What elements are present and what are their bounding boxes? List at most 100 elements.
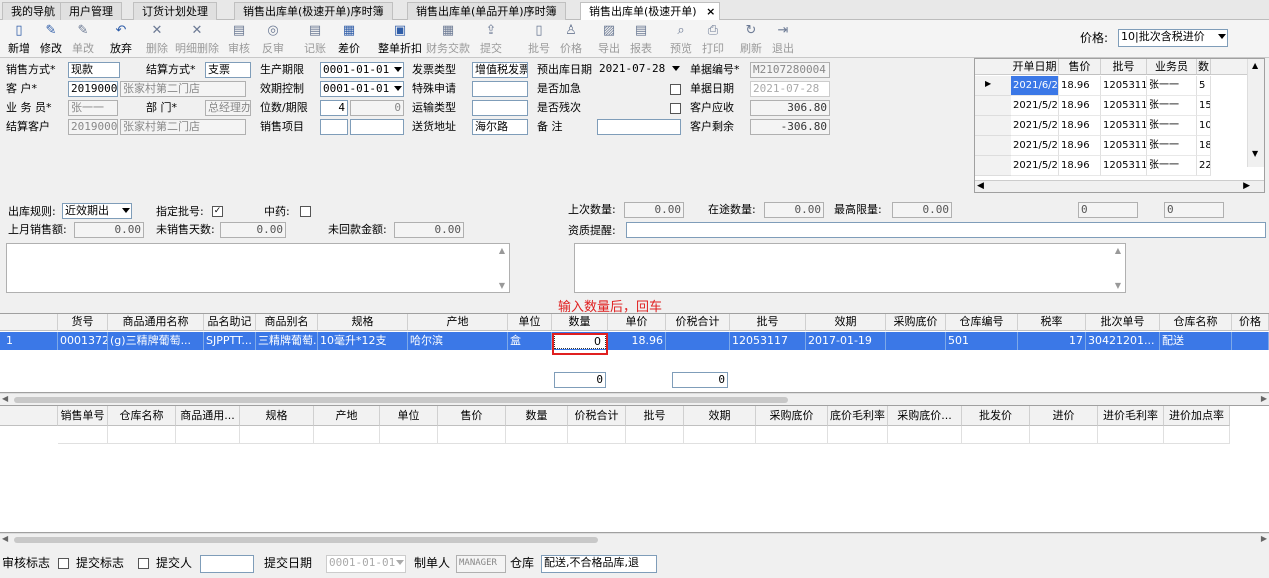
salesman-field[interactable]: 张一一 — [68, 100, 118, 116]
detail-cell-price[interactable]: 18.96 — [608, 332, 666, 350]
mini-row-indicator[interactable]: ▶ — [975, 76, 1011, 96]
transport-field[interactable] — [472, 100, 528, 116]
detail-cell-unit[interactable]: 盒 — [508, 332, 552, 350]
detail-col-header[interactable]: 仓库名称 — [1160, 314, 1232, 331]
scroll-down-icon[interactable]: ▼ — [1115, 281, 1121, 290]
mini-cell[interactable]: 18 — [1197, 136, 1211, 156]
address-field[interactable]: 海尔路 — [472, 119, 528, 135]
detail-col-header[interactable]: 规格 — [318, 314, 408, 331]
detail-col-header[interactable]: 价格 — [1232, 314, 1269, 331]
submitter-field[interactable] — [200, 555, 254, 573]
finance-pay-button[interactable]: ▦ 财务交款 — [426, 22, 470, 56]
prod-limit-select[interactable]: 0001-01-01 — [320, 62, 404, 78]
scroll-up-icon[interactable]: ▲ — [1115, 246, 1121, 255]
detail-grid[interactable]: 货号 商品通用名称 品名助记 商品别名 规格 产地 单位 数量 单价 价税合计 批号 效期 采购底价 仓库… — [0, 313, 1269, 393]
invoice-type-field[interactable]: 增值税发票 — [472, 62, 528, 78]
mini-cell[interactable]: 22 — [1197, 156, 1211, 176]
tcm-checkbox[interactable] — [300, 206, 311, 217]
mini-cell[interactable]: 张一一 — [1147, 76, 1197, 96]
notes-textarea[interactable]: ▲ ▼ — [6, 243, 510, 293]
lower-col-header[interactable]: 采购底价 — [756, 406, 828, 426]
detail-cell-name[interactable]: (g)三精牌葡萄... — [108, 332, 204, 350]
lower-col-header[interactable]: 价税合计 — [568, 406, 626, 426]
scroll-left-icon[interactable]: ◀ — [2, 394, 8, 403]
detail-hscrollbar[interactable]: ◀ ▶ — [0, 393, 1269, 405]
lower-col-header[interactable]: 规格 — [240, 406, 314, 426]
unaudit-button[interactable]: ◎ 反审 — [256, 22, 290, 56]
detail-col-header[interactable]: 货号 — [58, 314, 108, 331]
report-button[interactable]: ▤ 报表 — [624, 22, 658, 56]
sales-item-name[interactable] — [350, 119, 404, 135]
lower-col-header[interactable]: 进价加点率 — [1164, 406, 1230, 426]
detail-cell-spec[interactable]: 10毫升*12支 — [318, 332, 408, 350]
lower-col-header[interactable]: 单位 — [380, 406, 438, 426]
lower-col-header[interactable]: 售价 — [438, 406, 506, 426]
mini-cell[interactable]: 10 — [1197, 116, 1211, 136]
mini-cell[interactable]: 5 — [1197, 76, 1211, 96]
mini-cell[interactable]: 18.96 — [1059, 96, 1101, 116]
mini-cell[interactable]: 15 — [1197, 96, 1211, 116]
scroll-left-icon[interactable]: ◀ — [2, 534, 8, 543]
submit-button[interactable]: ⇪ 提交 — [474, 22, 508, 56]
sale-method-field[interactable]: 现款 — [68, 62, 120, 78]
detail-cell-wh_name[interactable]: 配送 — [1160, 332, 1232, 350]
price-history-grid[interactable]: 开单日期售价批号业务员数▲▼▶2021/6/2818.9612053117张一一… — [974, 58, 1265, 193]
assign-batch-checkbox[interactable]: ✓ — [212, 206, 223, 217]
settle-method-field[interactable]: 支票 — [205, 62, 251, 78]
lower-col-header[interactable]: 商品通用... — [176, 406, 240, 426]
detail-row[interactable]: 100013721(g)三精牌葡萄...SJPPTT...三精牌葡萄...10毫… — [0, 332, 1269, 350]
mini-cell[interactable]: 张一一 — [1147, 116, 1197, 136]
scroll-down-icon[interactable]: ▼ — [499, 281, 505, 290]
detail-col-header[interactable]: 效期 — [806, 314, 886, 331]
submit-flag-checkbox[interactable] — [138, 558, 149, 569]
detail-col-header[interactable]: 采购底价 — [886, 314, 946, 331]
detail-cell-origin[interactable]: 哈尔滨 — [408, 332, 508, 350]
lower-col-header[interactable]: 底价毛利率 — [828, 406, 888, 426]
scroll-right-icon[interactable]: ▶ — [1261, 394, 1267, 403]
price-select[interactable]: 10|批次含税进价 — [1118, 29, 1228, 47]
discount-button[interactable]: ▣ 整单折扣 — [378, 22, 422, 56]
mini-cell[interactable]: 张一一 — [1147, 96, 1197, 116]
detail-col-header[interactable]: 批次单号 — [1086, 314, 1160, 331]
lower-grid[interactable]: 销售单号 仓库名称 商品通用... 规格 产地 单位 售价 数量 价税合计 批号 效期 采购底价 底价毛… — [0, 405, 1269, 533]
expected-date-select[interactable]: 2021-07-28 — [597, 62, 681, 78]
mini-cell[interactable]: 2021/5/21 — [1011, 136, 1059, 156]
tab-my-nav[interactable]: 我的导航 — [2, 2, 64, 20]
mini-cell[interactable]: 张一一 — [1147, 156, 1197, 176]
discard-button[interactable]: ↶ 放弃 — [104, 22, 138, 56]
detail-cell-batch[interactable]: 12053117 — [730, 332, 806, 350]
detail-col-header[interactable]: 产地 — [408, 314, 508, 331]
detail-col-header[interactable]: 仓库编号 — [946, 314, 1018, 331]
tab-sales-out-fast-journal[interactable]: 销售出库单(极速开单)序时簿 — [234, 2, 393, 20]
audit-checkbox[interactable] — [58, 558, 69, 569]
mini-cell[interactable]: 2021/5/28 — [1011, 96, 1059, 116]
print-button[interactable]: ⎙ 打印 — [696, 22, 730, 56]
mini-col-header[interactable]: 业务员 — [1147, 59, 1197, 75]
special-field[interactable] — [472, 81, 528, 97]
mini-cell[interactable]: 2021/5/23 — [1011, 116, 1059, 136]
price-button[interactable]: ♙ 价格 — [554, 22, 588, 56]
detail-col-header[interactable]: 价税合计 — [666, 314, 730, 331]
sales-item-code[interactable] — [320, 119, 348, 135]
mini-col-header[interactable]: 开单日期 — [1011, 59, 1059, 75]
mini-row-indicator[interactable] — [975, 116, 1011, 136]
mini-row-indicator[interactable] — [975, 156, 1011, 176]
exit-button[interactable]: ⇥ 退出 — [766, 22, 800, 56]
mini-row-indicator[interactable] — [975, 136, 1011, 156]
price-diff-button[interactable]: ▦ 差价 — [332, 22, 366, 56]
mini-cell[interactable]: 18.96 — [1059, 76, 1101, 96]
lower-col-header[interactable]: 数量 — [506, 406, 568, 426]
detail-col-header[interactable]: 商品别名 — [256, 314, 318, 331]
detail-cell[interactable] — [1232, 332, 1269, 350]
mini-col-header[interactable]: 批号 — [1101, 59, 1147, 75]
lower-scroll-thumb[interactable] — [14, 537, 598, 543]
detail-cell-code[interactable]: 00013721 — [58, 332, 108, 350]
detail-cell-cost[interactable] — [886, 332, 946, 350]
detail-cell-alias[interactable]: 三精牌葡萄... — [256, 332, 318, 350]
quality-textarea[interactable]: ▲ ▼ — [574, 243, 1126, 293]
detail-col-header[interactable]: 商品通用名称 — [108, 314, 204, 331]
mini-vscrollbar[interactable]: ▲ ▼ — [1247, 59, 1264, 167]
mini-cell[interactable]: 18.96 — [1059, 116, 1101, 136]
urgent-checkbox[interactable] — [670, 84, 681, 95]
mini-cell[interactable]: 2021/6/28 — [1011, 76, 1059, 96]
